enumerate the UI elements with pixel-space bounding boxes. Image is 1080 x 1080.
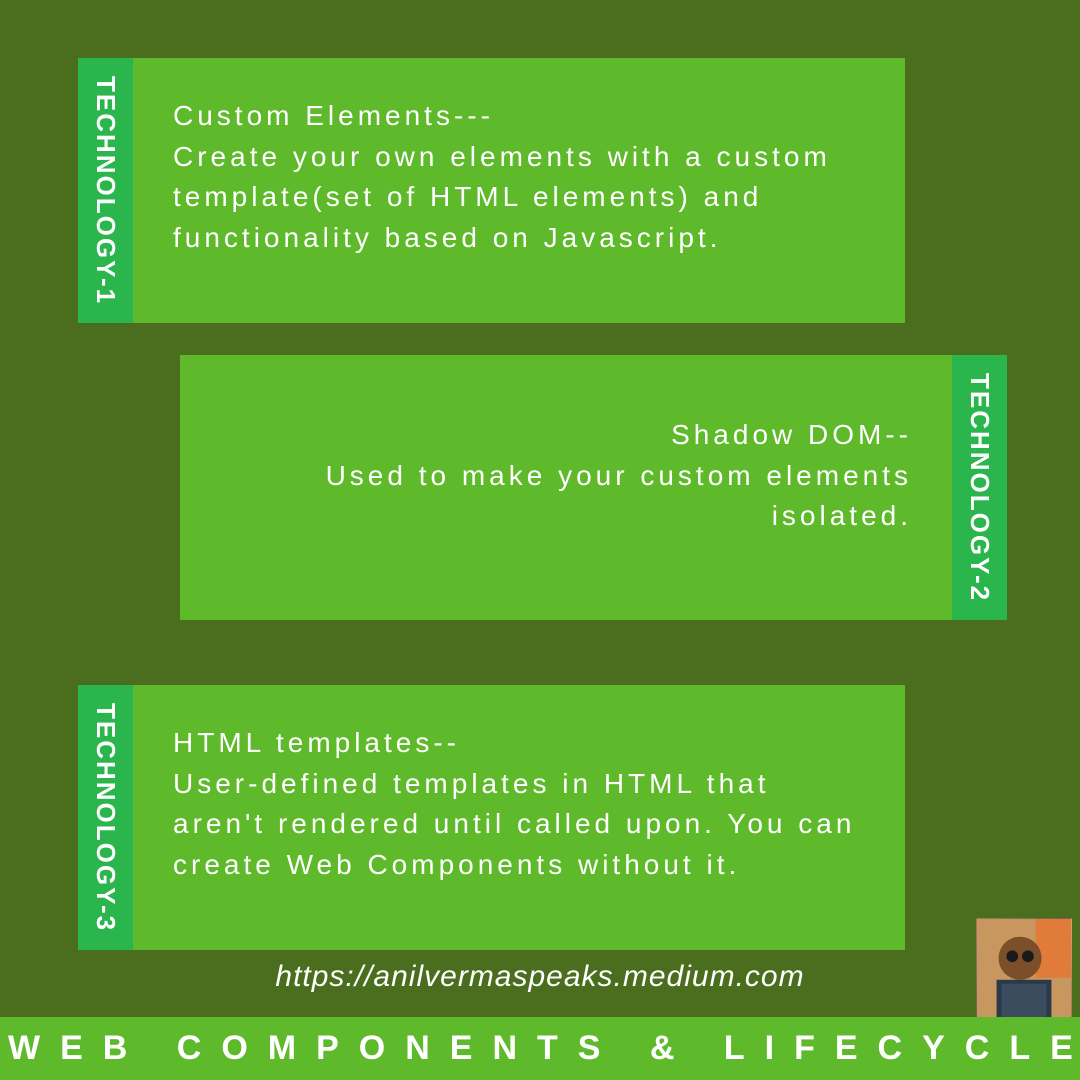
- technology-card-3: TECHNOLOGY-3 HTML templates-- User-defin…: [78, 685, 905, 950]
- technology-title-1: Custom Elements---: [173, 100, 494, 131]
- technology-tab-1: TECHNOLOGY-1: [78, 58, 133, 323]
- technology-text-3: User-defined templates in HTML that aren…: [173, 768, 855, 880]
- author-avatar: [976, 918, 1072, 1020]
- technology-card-2: Shadow DOM-- Used to make your custom el…: [180, 355, 1007, 620]
- footer-title: WEB COMPONENTS & LIFECYCLE: [0, 1017, 1080, 1080]
- technology-body-3: HTML templates-- User-defined templates …: [133, 685, 905, 950]
- technology-title-3: HTML templates--: [173, 727, 460, 758]
- technology-text-2: Used to make your custom elements isolat…: [326, 460, 912, 532]
- technology-body-2: Shadow DOM-- Used to make your custom el…: [180, 355, 952, 620]
- technology-tab-2: TECHNOLOGY-2: [952, 355, 1007, 620]
- technology-title-2: Shadow DOM--: [671, 419, 912, 450]
- technology-tab-3: TECHNOLOGY-3: [78, 685, 133, 950]
- technology-text-1: Create your own elements with a custom t…: [173, 141, 831, 253]
- source-url: https://anilvermaspeaks.medium.com: [0, 960, 1080, 994]
- technology-card-1: TECHNOLOGY-1 Custom Elements--- Create y…: [78, 58, 905, 323]
- technology-body-1: Custom Elements--- Create your own eleme…: [133, 58, 905, 323]
